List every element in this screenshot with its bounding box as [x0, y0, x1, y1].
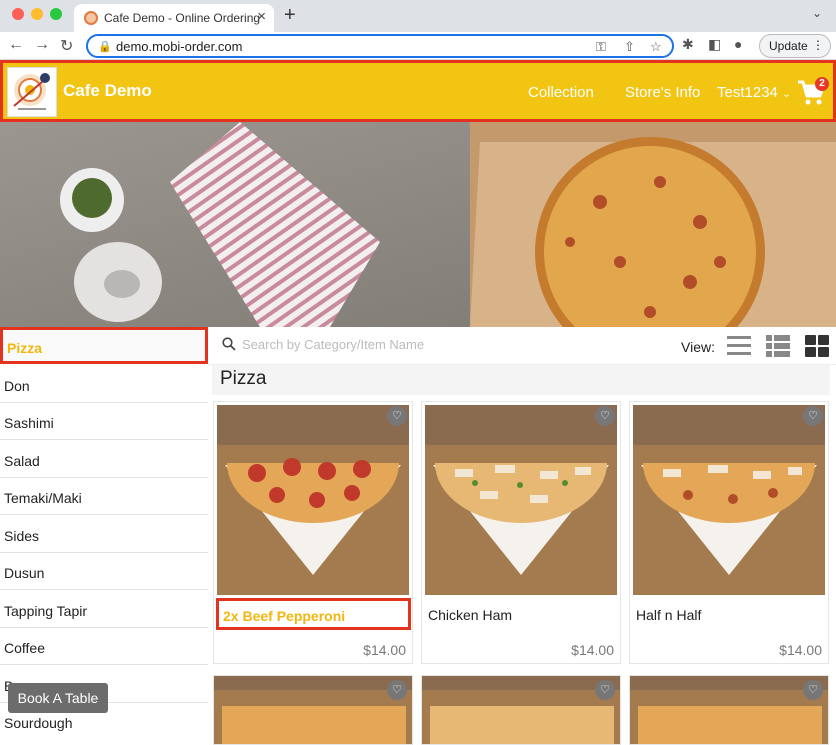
product-name[interactable]: Half n Half — [636, 607, 701, 623]
search-input[interactable] — [242, 337, 542, 352]
site-header: Cafe Demo Collection Store's Info Test12… — [0, 60, 836, 122]
browser-tab[interactable]: Cafe Demo - Online Ordering × — [74, 4, 274, 32]
product-image — [425, 405, 617, 595]
forward-icon[interactable]: → — [34, 36, 50, 54]
list-view-icon[interactable] — [726, 334, 752, 358]
brand-name[interactable]: Cafe Demo — [63, 81, 152, 101]
favorite-heart-icon[interactable]: ♡ — [387, 406, 407, 426]
product-image — [422, 676, 620, 744]
site-favicon-icon — [84, 11, 98, 25]
nav-collection[interactable]: Collection — [528, 84, 594, 101]
product-card[interactable]: ♡ 2x Beef Pepperoni $14.00 — [213, 401, 413, 664]
product-card[interactable]: ♡ — [629, 675, 829, 745]
product-card[interactable]: ♡ — [213, 675, 413, 745]
cart-count-badge: 2 — [815, 77, 829, 91]
category-don[interactable]: Don — [0, 366, 208, 403]
minimize-window-button[interactable] — [31, 8, 43, 20]
section-title: Pizza — [212, 365, 830, 395]
tab-search-chevron-icon[interactable]: ⌄ — [812, 6, 822, 20]
bookmark-star-icon[interactable]: ☆ — [650, 39, 662, 55]
detail-list-view-icon[interactable] — [765, 334, 791, 358]
nav-account[interactable]: Test1234 ⌄ — [717, 84, 790, 101]
product-name[interactable]: 2x Beef Pepperoni — [216, 598, 411, 630]
product-price: $14.00 — [363, 642, 406, 658]
address-bar[interactable]: 🔒 demo.mobi-order.com ⚿ ⇧ ☆ — [86, 34, 674, 58]
grid-view-icon[interactable] — [804, 334, 830, 358]
view-label: View: — [681, 339, 715, 355]
update-button[interactable]: Update ⋮ — [759, 34, 831, 58]
favorite-heart-icon[interactable]: ♡ — [803, 680, 823, 700]
product-image — [633, 405, 825, 595]
close-window-button[interactable] — [12, 8, 24, 20]
browser-tab-bar: Cafe Demo - Online Ordering × + ⌄ — [0, 0, 836, 32]
maximize-window-button[interactable] — [50, 8, 62, 20]
product-price: $14.00 — [779, 642, 822, 658]
browser-toolbar: ← → ↻ 🔒 demo.mobi-order.com ⚿ ⇧ ☆ ✱ ◧ ● … — [0, 32, 836, 60]
profile-icon[interactable]: ● — [734, 36, 742, 52]
category-temaki-maki[interactable]: Temaki/Maki — [0, 478, 208, 515]
hero-banner-image — [0, 122, 836, 327]
nav-store-info[interactable]: Store's Info — [625, 84, 700, 101]
product-name[interactable]: Chicken Ham — [428, 607, 512, 623]
category-tapping-tapir[interactable]: Tapping Tapir — [0, 591, 208, 628]
product-image — [217, 405, 409, 595]
product-card[interactable]: ♡ — [421, 675, 621, 745]
new-tab-icon[interactable]: + — [284, 4, 296, 27]
category-sashimi[interactable]: Sashimi — [0, 403, 208, 440]
category-coffee[interactable]: Coffee — [0, 628, 208, 665]
product-price: $14.00 — [571, 642, 614, 658]
category-sidebar: Pizza Don Sashimi Salad Temaki/Maki Side… — [0, 327, 208, 740]
product-image — [630, 676, 828, 744]
product-image — [214, 676, 412, 744]
reload-icon[interactable]: ↻ — [60, 36, 73, 56]
product-card[interactable]: ♡ Chicken Ham $14.00 — [421, 401, 621, 664]
category-sides[interactable]: Sides — [0, 516, 208, 553]
account-name: Test1234 — [717, 84, 778, 101]
favorite-heart-icon[interactable]: ♡ — [803, 406, 823, 426]
logo-icon — [13, 73, 50, 110]
close-tab-icon[interactable]: × — [257, 8, 266, 25]
favorite-heart-icon[interactable]: ♡ — [595, 406, 615, 426]
lock-icon: 🔒 — [98, 41, 112, 53]
search-icon — [222, 337, 236, 351]
share-icon[interactable]: ⇧ — [624, 39, 635, 55]
key-icon[interactable]: ⚿ — [596, 39, 606, 55]
back-icon[interactable]: ← — [8, 36, 24, 54]
product-card[interactable]: ♡ Half n Half $14.00 — [629, 401, 829, 664]
cafe-logo[interactable] — [7, 67, 57, 117]
chevron-down-icon: ⌄ — [782, 89, 791, 100]
category-salad[interactable]: Salad — [0, 441, 208, 478]
category-dusun[interactable]: Dusun — [0, 553, 208, 590]
extensions-icon[interactable]: ✱ — [682, 36, 694, 53]
sidebar-toggle-icon[interactable]: ◧ — [708, 36, 721, 53]
search-bar: View: — [208, 327, 836, 365]
update-label: Update — [769, 39, 808, 53]
url-text: demo.mobi-order.com — [116, 39, 243, 54]
favorite-heart-icon[interactable]: ♡ — [595, 680, 615, 700]
favorite-heart-icon[interactable]: ♡ — [387, 680, 407, 700]
more-menu-icon[interactable]: ⋮ — [812, 38, 824, 52]
tab-title: Cafe Demo - Online Ordering — [104, 11, 261, 25]
category-pizza[interactable]: Pizza — [0, 327, 208, 364]
book-a-table-button[interactable]: Book A Table — [8, 683, 108, 713]
